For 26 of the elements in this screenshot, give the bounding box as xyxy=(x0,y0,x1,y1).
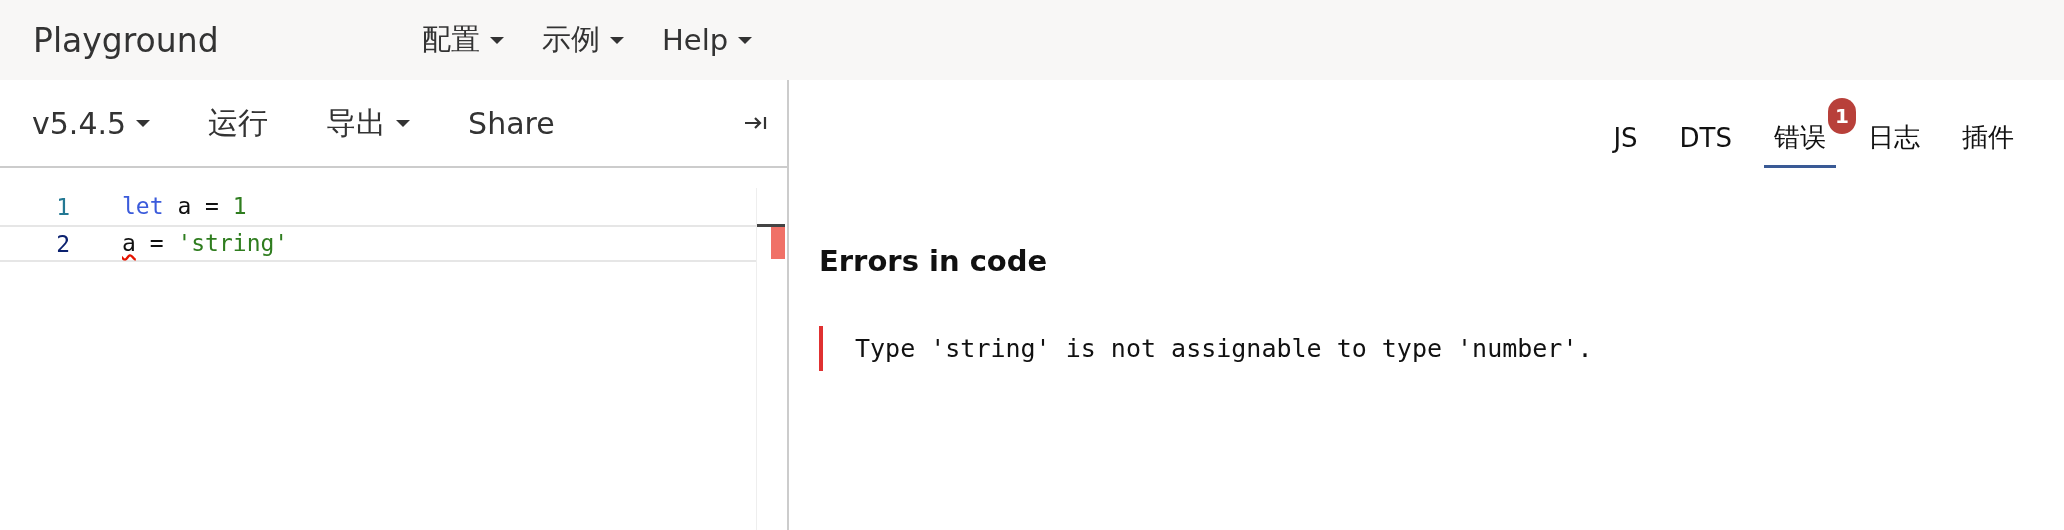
line-number: 2 xyxy=(55,230,71,257)
caret-icon xyxy=(738,36,753,44)
toolbar-button[interactable]: 运行 xyxy=(208,102,269,144)
tab[interactable]: 日志 xyxy=(1858,112,1930,168)
count-badge: 1 xyxy=(1828,98,1856,134)
code-line: a = 'string' xyxy=(122,228,289,258)
menu-dropdown[interactable]: Help xyxy=(662,20,753,60)
caret-icon xyxy=(396,119,411,127)
caret-icon xyxy=(136,119,151,127)
line-number: 1 xyxy=(55,193,71,220)
tab[interactable]: DTS xyxy=(1669,112,1742,168)
collapse-icon[interactable] xyxy=(745,116,767,130)
toolbar-dropdown[interactable]: v5.4.5 xyxy=(32,105,151,141)
errors-heading: Errors in code xyxy=(819,244,1048,278)
app-title: Playground xyxy=(33,20,220,60)
toolbar-dropdown[interactable]: 导出 xyxy=(326,102,411,144)
toolbar-button[interactable]: Share xyxy=(468,105,555,141)
tab[interactable]: 插件 xyxy=(1952,112,2024,168)
caret-icon xyxy=(610,36,624,44)
tab[interactable]: JS xyxy=(1603,112,1648,168)
menu-dropdown[interactable]: 配置 xyxy=(422,20,504,60)
code-line: let a = 1 xyxy=(122,191,247,221)
error-message: Type 'string' is not assignable to type 'number'. xyxy=(819,326,1593,371)
error-marker xyxy=(771,227,785,259)
caret-icon xyxy=(490,36,504,44)
menu-dropdown[interactable]: 示例 xyxy=(542,20,624,60)
